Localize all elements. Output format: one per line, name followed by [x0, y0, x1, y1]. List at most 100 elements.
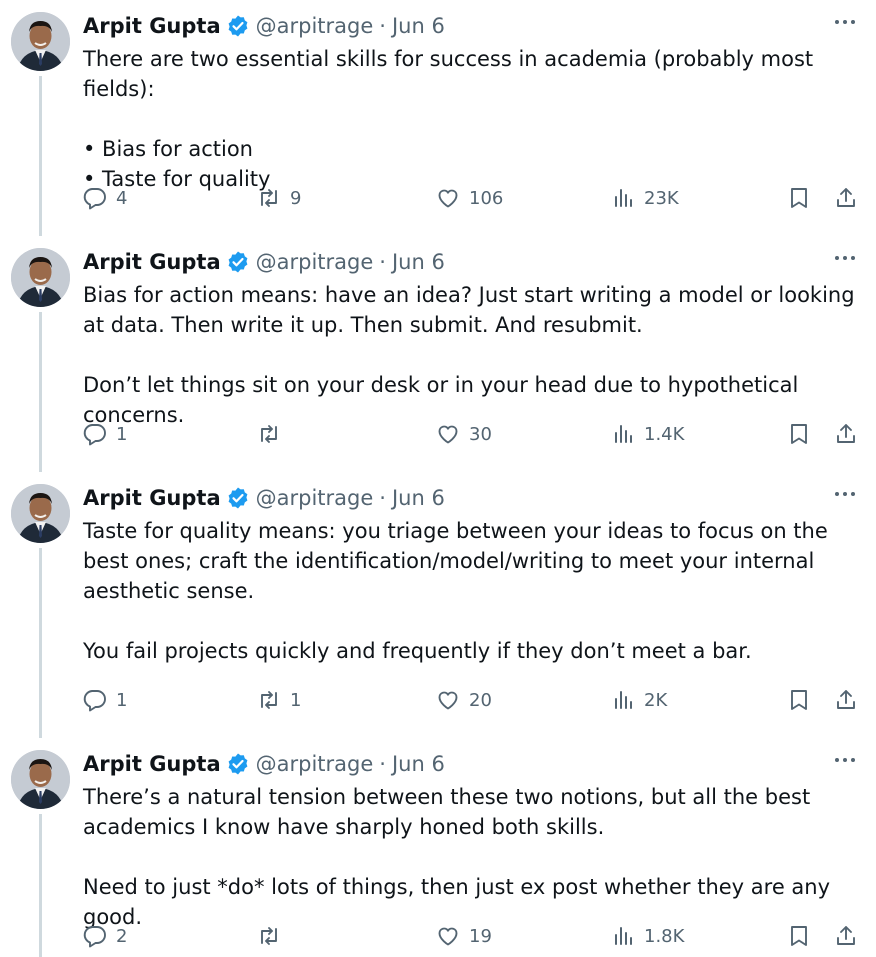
avatar[interactable]: [11, 12, 70, 71]
reply-button[interactable]: 1: [83, 417, 127, 451]
retweet-button[interactable]: [257, 919, 290, 953]
views-button[interactable]: 1.8K: [611, 919, 684, 953]
retweet-count: 9: [290, 187, 302, 209]
reply-button[interactable]: 1: [83, 683, 127, 717]
views-icon: [615, 189, 632, 207]
retweet-count: 1: [290, 689, 302, 711]
action-bar: 1 30 1.4K: [83, 417, 864, 451]
like-icon: [438, 189, 458, 208]
more-icon[interactable]: [832, 750, 858, 770]
reply-icon: [83, 188, 106, 210]
author-handle[interactable]: @arpitrage: [256, 752, 374, 776]
reply-icon: [83, 926, 106, 948]
verified-icon: [228, 15, 248, 37]
reply-count: 1: [116, 423, 128, 445]
author-handle[interactable]: @arpitrage: [256, 250, 374, 274]
views-icon: [615, 691, 632, 709]
bookmark-button[interactable]: [787, 683, 820, 717]
bookmark-button[interactable]: [787, 919, 820, 953]
share-icon: [837, 690, 855, 709]
verified-icon: [228, 251, 248, 273]
reply-count: 2: [116, 925, 128, 947]
action-bar: 2 19 1.8K: [83, 919, 864, 953]
retweet-button[interactable]: [257, 417, 290, 451]
thread-line: [39, 814, 42, 957]
share-button[interactable]: [834, 417, 867, 451]
reply-count: 1: [116, 689, 128, 711]
author-handle[interactable]: @arpitrage: [256, 14, 374, 38]
reply-button[interactable]: 4: [83, 181, 127, 215]
reply-count: 4: [116, 187, 128, 209]
view-count: 1.4K: [644, 423, 685, 445]
author-handle[interactable]: @arpitrage: [256, 486, 374, 510]
retweet-button[interactable]: 1: [257, 683, 301, 717]
views-button[interactable]: 2K: [611, 683, 667, 717]
share-button[interactable]: [834, 181, 867, 215]
thread-line: [39, 548, 42, 738]
like-count: 20: [469, 689, 492, 711]
verified-icon: [228, 753, 248, 775]
views-button[interactable]: 1.4K: [611, 417, 684, 451]
separator-dot: ·: [379, 752, 386, 776]
like-icon: [438, 691, 458, 710]
view-count: 1.8K: [644, 925, 685, 947]
retweet-icon: [261, 927, 277, 945]
views-icon: [615, 927, 632, 945]
retweet-button[interactable]: 9: [257, 181, 301, 215]
reply-button[interactable]: 2: [83, 919, 127, 953]
bookmark-icon: [791, 424, 807, 444]
share-icon: [837, 424, 855, 443]
author-name[interactable]: Arpit Gupta: [83, 486, 221, 510]
share-button[interactable]: [834, 919, 867, 953]
tweet-text: Bias for action means: have an idea? Jus…: [83, 283, 855, 427]
tweet-date[interactable]: Jun 6: [392, 486, 445, 510]
tweet-date[interactable]: Jun 6: [392, 250, 445, 274]
verified-icon: [228, 487, 248, 509]
tweet-text: There’s a natural tension between these …: [83, 785, 831, 929]
avatar[interactable]: [11, 750, 70, 809]
like-count: 19: [469, 925, 492, 947]
avatar[interactable]: [11, 484, 70, 543]
tweet-date[interactable]: Jun 6: [392, 752, 445, 776]
bookmark-icon: [791, 690, 807, 710]
view-count: 23K: [644, 187, 679, 209]
share-icon: [837, 926, 855, 945]
bookmark-button[interactable]: [787, 181, 820, 215]
like-button[interactable]: 30: [436, 417, 492, 451]
reply-icon: [83, 424, 106, 446]
like-icon: [438, 927, 458, 946]
like-icon: [438, 425, 458, 444]
like-count: 106: [469, 187, 504, 209]
author-name[interactable]: Arpit Gupta: [83, 752, 221, 776]
like-button[interactable]: 20: [436, 683, 492, 717]
view-count: 2K: [644, 689, 668, 711]
bookmark-icon: [791, 188, 807, 208]
views-icon: [615, 425, 632, 443]
share-button[interactable]: [834, 683, 867, 717]
more-icon[interactable]: [832, 248, 858, 268]
tweet-text: There are two essential skills for succe…: [83, 47, 814, 191]
avatar[interactable]: [11, 248, 70, 307]
retweet-icon: [261, 691, 277, 709]
views-button[interactable]: 23K: [611, 181, 679, 215]
author-name[interactable]: Arpit Gupta: [83, 250, 221, 274]
bookmark-icon: [791, 926, 807, 946]
like-count: 30: [469, 423, 492, 445]
reply-icon: [83, 690, 106, 712]
separator-dot: ·: [379, 250, 386, 274]
tweet-text: Taste for quality means: you triage betw…: [83, 519, 828, 663]
separator-dot: ·: [379, 14, 386, 38]
bookmark-button[interactable]: [787, 417, 820, 451]
author-name[interactable]: Arpit Gupta: [83, 14, 221, 38]
like-button[interactable]: 19: [436, 919, 492, 953]
more-icon[interactable]: [832, 12, 858, 32]
like-button[interactable]: 106: [436, 181, 503, 215]
separator-dot: ·: [379, 486, 386, 510]
action-bar: 1 1 20 2K: [83, 683, 864, 717]
retweet-icon: [261, 189, 277, 207]
tweet-date[interactable]: Jun 6: [392, 14, 445, 38]
retweet-icon: [261, 425, 277, 443]
more-icon[interactable]: [832, 484, 858, 504]
share-icon: [837, 188, 855, 207]
thread-line: [39, 312, 42, 472]
